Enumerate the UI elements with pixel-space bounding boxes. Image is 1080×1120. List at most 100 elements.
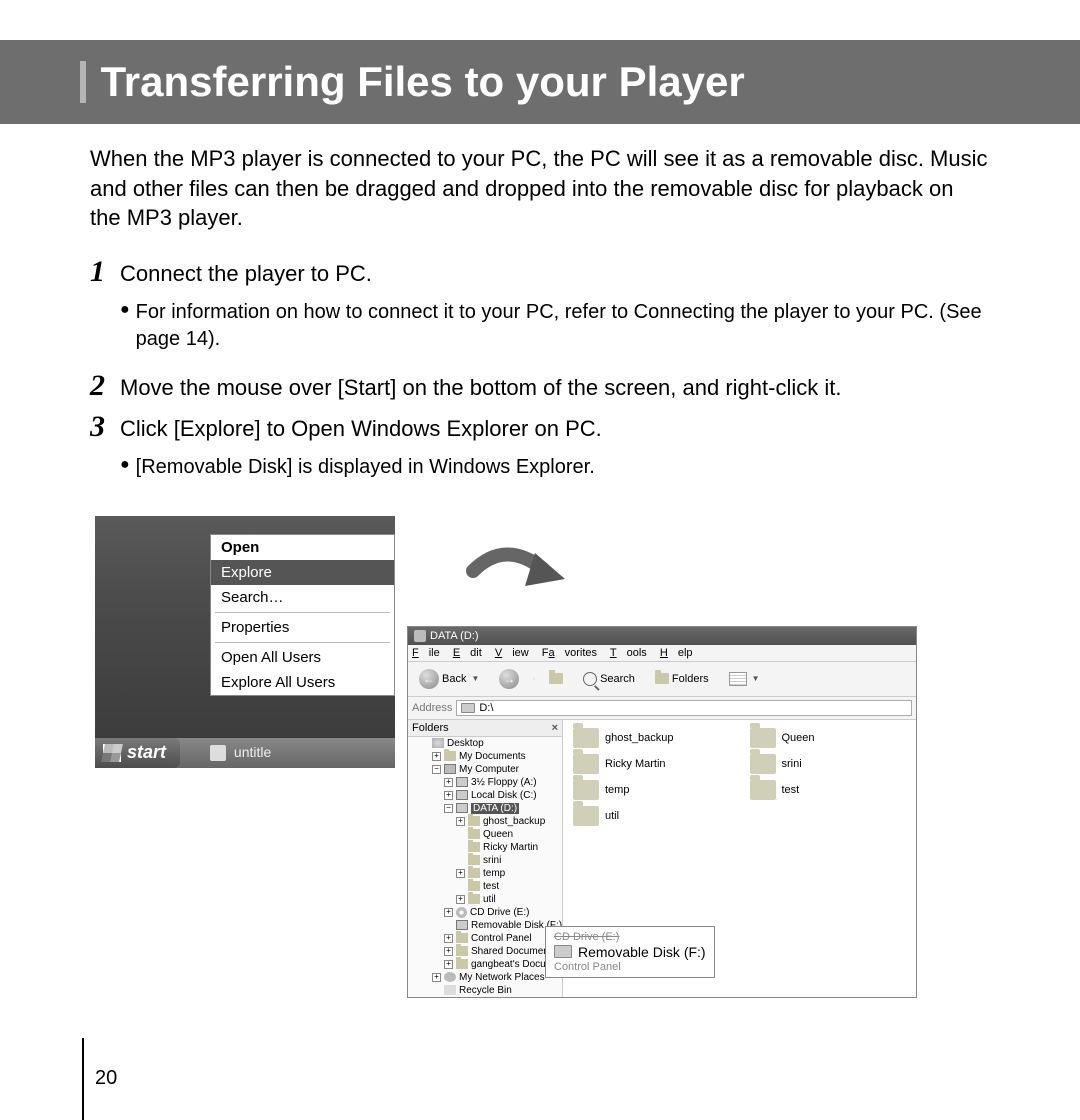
menu-help[interactable]: Help: [660, 647, 693, 659]
menu-separator: [215, 612, 390, 613]
collapse-icon[interactable]: −: [432, 765, 441, 774]
folder-item[interactable]: temp: [573, 780, 730, 800]
collapse-icon[interactable]: −: [444, 804, 453, 813]
folder-icon: [444, 751, 456, 761]
folder-item[interactable]: srini: [750, 754, 907, 774]
address-value: D:\: [479, 702, 493, 714]
tree-data-d[interactable]: −DATA (D:): [444, 802, 562, 815]
expand-icon[interactable]: +: [444, 791, 453, 800]
page-title-bar: Transferring Files to your Player: [0, 40, 1080, 124]
step-3-bullet: ● [Removable Disk] is displayed in Windo…: [120, 454, 990, 481]
step-1: 1 Connect the player to PC.: [90, 257, 990, 289]
tree-my-documents[interactable]: +My Documents: [432, 750, 562, 763]
callout-label: Removable Disk (F:): [578, 944, 706, 960]
expand-icon[interactable]: +: [444, 934, 453, 943]
floppy-icon: [456, 777, 468, 787]
folder-icon: [456, 959, 468, 969]
tree-queen[interactable]: Queen: [456, 828, 562, 841]
expand-icon[interactable]: +: [456, 817, 465, 826]
tree-test[interactable]: test: [456, 880, 562, 893]
search-icon: [583, 672, 597, 686]
folder-icon: [468, 881, 480, 891]
tree-header: Folders ×: [408, 720, 562, 737]
up-button[interactable]: [542, 670, 570, 687]
expand-icon[interactable]: +: [456, 869, 465, 878]
callout-below: Control Panel: [554, 961, 621, 973]
folder-item[interactable]: test: [750, 780, 907, 800]
menu-explore-all-users[interactable]: Explore All Users: [211, 670, 394, 695]
step-3: 3 Click [Explore] to Open Windows Explor…: [90, 412, 990, 444]
forward-button[interactable]: →: [492, 666, 526, 692]
cd-icon: [456, 907, 467, 918]
taskbar: start untitle: [95, 738, 395, 768]
desktop-icon: [432, 738, 444, 748]
menu-search[interactable]: Search…: [211, 585, 394, 610]
back-button[interactable]: ←Back▼: [412, 666, 486, 692]
menu-file[interactable]: File: [412, 647, 440, 659]
address-input[interactable]: D:\: [456, 700, 912, 716]
tree-ghost-backup[interactable]: +ghost_backup: [456, 815, 562, 828]
folders-button[interactable]: Folders: [648, 670, 716, 688]
start-label: start: [127, 742, 166, 763]
folder-item[interactable]: Ricky Martin: [573, 754, 730, 774]
folder-icon: [750, 728, 776, 748]
bullet-dot-icon: ●: [120, 454, 130, 476]
tree-network-places[interactable]: +My Network Places: [432, 971, 562, 984]
tree-recycle-bin[interactable]: Recycle Bin: [432, 984, 562, 997]
explorer-titlebar: DATA (D:): [408, 627, 916, 645]
start-context-menu: Open Explore Search… Properties Open All…: [210, 534, 395, 696]
expand-icon[interactable]: +: [444, 960, 453, 969]
search-button[interactable]: Search: [576, 669, 642, 689]
removable-drive-icon: [554, 945, 572, 958]
expand-icon[interactable]: +: [432, 752, 441, 761]
screenshot-composite: Open Explore Search… Properties Open All…: [95, 516, 915, 1016]
menu-separator: [215, 642, 390, 643]
menu-open-all-users[interactable]: Open All Users: [211, 645, 394, 670]
folder-icon: [655, 673, 669, 684]
start-button[interactable]: start: [95, 738, 180, 768]
menu-view[interactable]: View: [495, 647, 529, 659]
folder-item[interactable]: Queen: [750, 728, 907, 748]
expand-icon[interactable]: +: [444, 908, 453, 917]
expand-icon[interactable]: +: [444, 778, 453, 787]
tree-local-c[interactable]: +Local Disk (C:): [444, 789, 562, 802]
computer-icon: [444, 764, 456, 774]
step-3-text: Click [Explore] to Open Windows Explorer…: [120, 412, 602, 444]
page-rule: [82, 1038, 84, 1120]
bullet-dot-icon: ●: [120, 299, 130, 321]
tree-srini[interactable]: srini: [456, 854, 562, 867]
folder-icon: [468, 842, 480, 852]
expand-icon[interactable]: +: [456, 895, 465, 904]
tree-my-computer[interactable]: −My Computer: [432, 763, 562, 776]
views-button[interactable]: ▼: [722, 669, 767, 689]
menu-properties[interactable]: Properties: [211, 615, 394, 640]
close-icon[interactable]: ×: [552, 722, 558, 734]
tree-temp[interactable]: +temp: [456, 867, 562, 880]
step-2: 2 Move the mouse over [Start] on the bot…: [90, 371, 990, 403]
menu-explore[interactable]: Explore: [211, 560, 394, 585]
intro-text: When the MP3 player is connected to your…: [90, 144, 990, 233]
title-divider: [80, 61, 86, 103]
tree-cd-drive[interactable]: +CD Drive (E:): [444, 906, 562, 919]
paint-icon: [210, 745, 226, 761]
menu-favorites[interactable]: Favorites: [542, 647, 597, 659]
expand-icon[interactable]: +: [432, 973, 441, 982]
step-3-bullet-text: [Removable Disk] is displayed in Windows…: [136, 454, 595, 481]
removable-icon: [456, 920, 468, 930]
tree-util[interactable]: +util: [456, 893, 562, 906]
views-icon: [729, 672, 747, 686]
menu-tools[interactable]: Tools: [610, 647, 647, 659]
menu-open[interactable]: Open: [211, 535, 394, 560]
tree-ricky-martin[interactable]: Ricky Martin: [456, 841, 562, 854]
tree-floppy[interactable]: +3½ Floppy (A:): [444, 776, 562, 789]
folder-icon: [456, 946, 468, 956]
chevron-down-icon: ▼: [471, 674, 479, 683]
taskbar-item[interactable]: untitle: [210, 744, 271, 761]
folder-item[interactable]: util: [573, 806, 730, 826]
expand-icon[interactable]: +: [444, 947, 453, 956]
step-3-number: 3: [90, 412, 120, 442]
folder-icon: [468, 816, 480, 826]
menu-edit[interactable]: Edit: [453, 647, 482, 659]
tree-desktop[interactable]: Desktop: [420, 737, 562, 750]
folder-item[interactable]: ghost_backup: [573, 728, 730, 748]
